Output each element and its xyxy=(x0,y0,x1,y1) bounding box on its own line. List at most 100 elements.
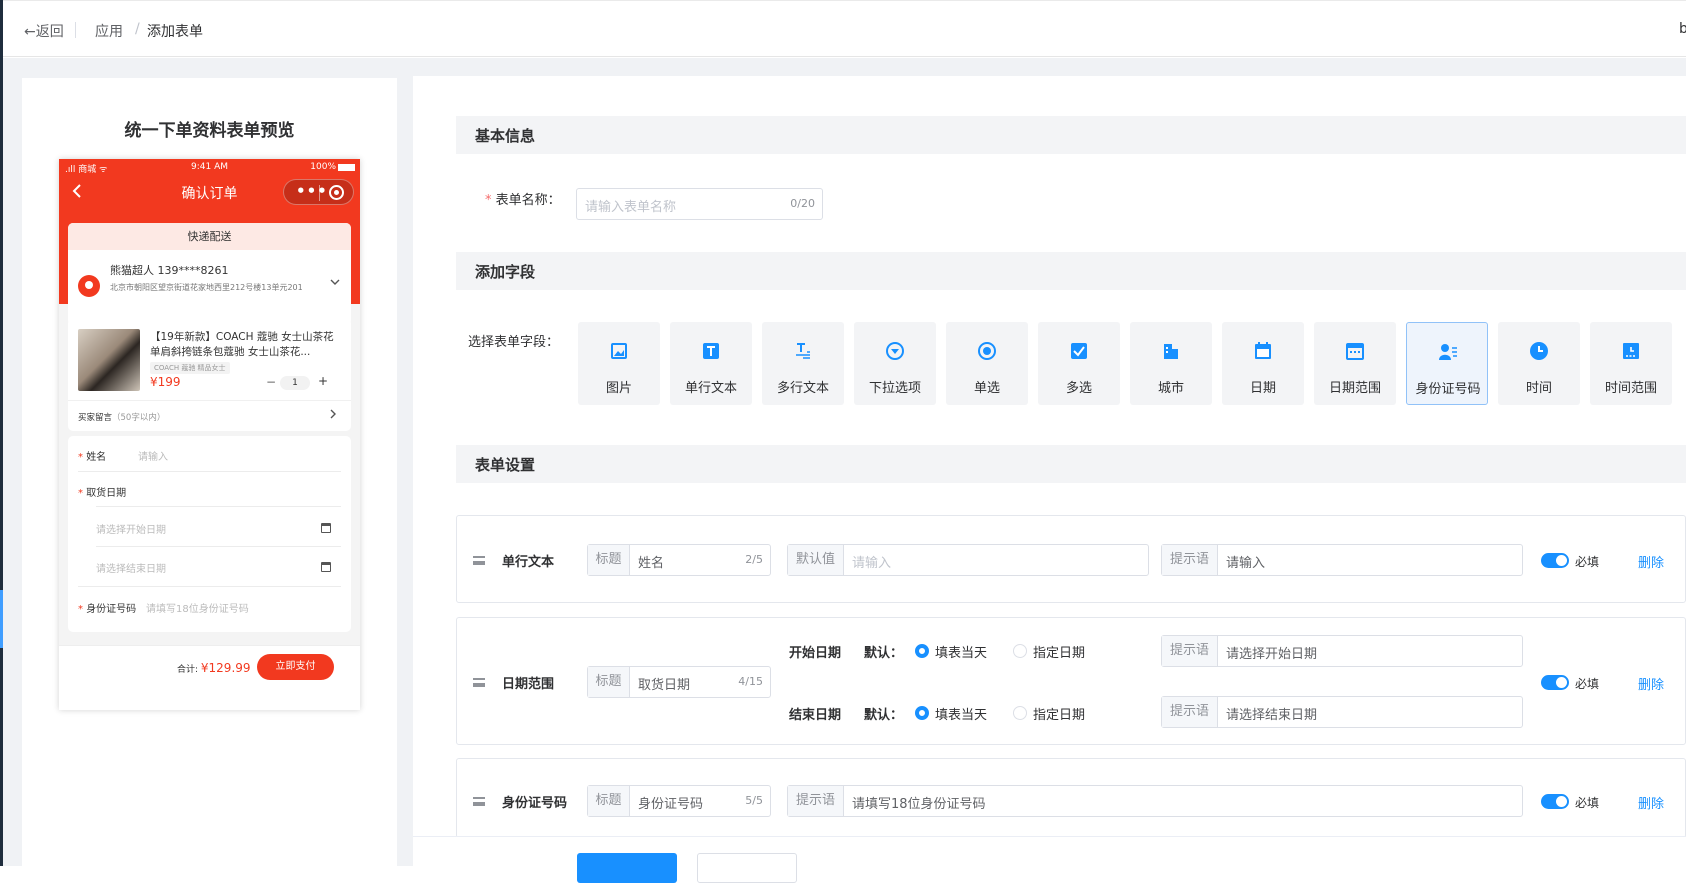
radio-today-end[interactable] xyxy=(915,706,929,720)
name-field-input[interactable]: 请输入 xyxy=(138,448,168,463)
end-hint-input[interactable]: 提示语 请选择结束日期 xyxy=(1161,696,1523,728)
field-tile[interactable]: 时间 xyxy=(1498,322,1580,405)
delete-button[interactable]: 删除 xyxy=(1638,552,1664,571)
radio-icon xyxy=(978,342,996,360)
cancel-button[interactable] xyxy=(697,853,797,883)
section-title: 表单设置 xyxy=(475,456,536,474)
field-tile[interactable]: 图片 xyxy=(578,322,660,405)
end-date-input[interactable]: 请选择结束日期 xyxy=(96,560,166,575)
start-date-input[interactable]: 请选择开始日期 xyxy=(96,521,166,536)
default-value-input[interactable]: 默认值 请输入 xyxy=(787,544,1149,576)
date-range-icon xyxy=(1346,343,1364,360)
hint-prefix: 提示语 xyxy=(1162,636,1218,666)
char-counter: 4/15 xyxy=(738,675,763,688)
delivery-tab[interactable]: 快递配送 xyxy=(68,223,351,250)
field-tile-label: 日期范围 xyxy=(1328,381,1381,396)
hint-value: 请填写18位身份证号码 xyxy=(852,797,986,812)
field-tile[interactable]: 身份证号码 xyxy=(1406,322,1488,405)
form-name-input[interactable]: 请输入表单名称 0/20 xyxy=(576,188,823,220)
field-tile[interactable]: 日期 xyxy=(1222,322,1304,405)
breadcrumb-apps[interactable]: 应用 xyxy=(95,21,123,41)
field-tile[interactable]: 单行文本 xyxy=(670,322,752,405)
top-bar: ←返回 应用 / 添加表单 b xyxy=(3,0,1686,57)
field-tile-label: 图片 xyxy=(605,381,632,396)
field-tile[interactable]: 城市 xyxy=(1130,322,1212,405)
chevron-down-icon[interactable] xyxy=(329,276,341,288)
select-field-label: 选择表单字段： xyxy=(468,335,560,350)
drag-handle-icon[interactable] xyxy=(473,678,485,687)
qty-plus-button[interactable]: + xyxy=(318,374,328,388)
recipient-address: 北京市朝阳区望京街道花家地西里212号楼13单元201 xyxy=(110,283,303,292)
section-title: 添加字段 xyxy=(475,263,536,281)
image-icon xyxy=(611,343,627,359)
clock-icon xyxy=(1530,342,1548,360)
product-title: 【19年新款】COACH 蔻驰 女士山茶花单肩斜挎链条包蔻驰 女士山茶花... xyxy=(150,331,334,358)
buyer-message-row[interactable]: 买家留言（50字以内） xyxy=(68,400,351,431)
field-tile-label: 时间范围 xyxy=(1604,381,1657,396)
chevron-right-icon xyxy=(330,409,336,419)
default-prefix: 默认值 xyxy=(788,545,844,575)
required-star: * xyxy=(78,604,83,615)
save-button[interactable] xyxy=(577,853,677,883)
field-tile[interactable]: 下拉选项 xyxy=(854,322,936,405)
breadcrumb-separator: / xyxy=(135,21,140,37)
field-tile[interactable]: 日期范围 xyxy=(1314,322,1396,405)
drag-handle-icon[interactable] xyxy=(473,556,485,565)
hint-value: 请选择结束日期 xyxy=(1226,708,1318,723)
char-counter: 0/20 xyxy=(790,197,815,210)
field-tile-label: 多行文本 xyxy=(776,381,829,396)
field-tile[interactable]: 时间范围 xyxy=(1590,322,1672,405)
drag-handle-icon[interactable] xyxy=(473,797,485,806)
radio-specified-end[interactable] xyxy=(1013,706,1027,720)
city-icon xyxy=(1164,344,1178,359)
name-field-label: * 姓名 xyxy=(78,448,106,463)
char-counter: 5/5 xyxy=(745,794,763,807)
total-amount: ¥129.99 xyxy=(200,661,251,675)
form-name-label: * 表单名称： xyxy=(485,189,561,208)
title-value: 身份证号码 xyxy=(638,797,704,812)
pay-now-button[interactable]: 立即支付 xyxy=(257,654,334,680)
char-counter: 2/5 xyxy=(745,553,763,566)
section-form-settings: 表单设置 xyxy=(456,445,1686,483)
title-value: 姓名 xyxy=(638,556,665,571)
title-input[interactable]: 标题 取货日期 4/15 xyxy=(587,666,771,698)
default-label: 默认： xyxy=(864,646,904,661)
field-tile-label: 单行文本 xyxy=(684,381,737,396)
name-placeholder: 请输入 xyxy=(138,452,168,463)
required-toggle[interactable] xyxy=(1541,553,1569,568)
field-setting-row: 身份证号码 标题 身份证号码 5/5 提示语 请填写18位身份证号码 必填 删除 xyxy=(456,758,1686,838)
field-tile[interactable]: 单选 xyxy=(946,322,1028,405)
back-link[interactable]: ←返回 xyxy=(24,21,64,41)
field-tile[interactable]: 多选 xyxy=(1038,322,1120,405)
delete-button[interactable]: 删除 xyxy=(1638,674,1664,693)
id-field-input[interactable]: 请填写18位身份证号码 xyxy=(146,600,249,615)
form-name-placeholder: 请输入表单名称 xyxy=(585,200,677,215)
hint-input[interactable]: 提示语 请输入 xyxy=(1161,544,1523,576)
title-input[interactable]: 标题 身份证号码 5/5 xyxy=(587,785,771,817)
buyer-message-label: 买家留言 xyxy=(78,413,113,423)
calendar-icon[interactable] xyxy=(321,562,331,572)
calendar-icon[interactable] xyxy=(321,523,331,533)
radio-specified-start[interactable] xyxy=(1013,644,1027,658)
hint-input[interactable]: 提示语 请填写18位身份证号码 xyxy=(787,785,1523,817)
more-dots-icon[interactable]: ••• xyxy=(296,182,328,200)
field-tile-label: 时间 xyxy=(1525,381,1552,396)
location-pin-icon xyxy=(78,275,100,297)
default-label: 默认： xyxy=(864,708,904,723)
total-label: 合计: xyxy=(177,665,201,675)
delete-button[interactable]: 删除 xyxy=(1638,793,1664,812)
required-toggle[interactable] xyxy=(1541,794,1569,809)
qty-value[interactable]: 1 xyxy=(280,376,310,390)
close-circle-icon[interactable] xyxy=(329,185,344,200)
start-hint-input[interactable]: 提示语 请选择开始日期 xyxy=(1161,635,1523,667)
calendar-icon xyxy=(1255,342,1271,359)
field-tile[interactable]: 多行文本 xyxy=(762,322,844,405)
radio-today-start[interactable] xyxy=(915,644,929,658)
title-value: 取货日期 xyxy=(638,678,691,693)
required-toggle[interactable] xyxy=(1541,675,1569,690)
qty-minus-button[interactable]: − xyxy=(266,375,276,389)
field-setting-row: 日期范围 标题 取货日期 4/15 开始日期 默认： 填表当天 指定日期 结束日… xyxy=(456,617,1686,745)
hint-prefix: 提示语 xyxy=(1162,545,1218,575)
title-input[interactable]: 标题 姓名 2/5 xyxy=(587,544,771,576)
phone-navbar: 确认订单 ••• xyxy=(59,175,360,209)
